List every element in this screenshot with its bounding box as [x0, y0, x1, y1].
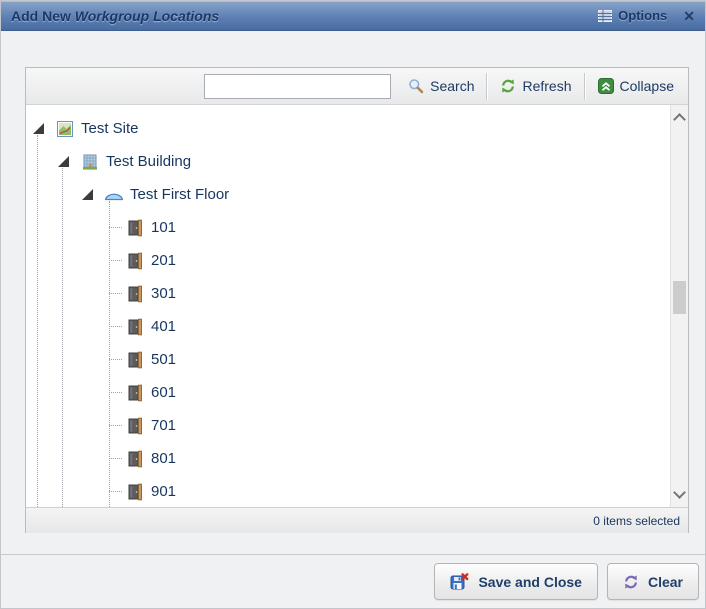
save-icon: [450, 573, 469, 591]
tree-node-201[interactable]: 201: [26, 244, 671, 277]
tree-node-301[interactable]: 301: [26, 277, 671, 310]
search-button[interactable]: Search: [400, 74, 482, 98]
footer: Save and Close Clear: [1, 555, 705, 608]
door-icon: [125, 417, 145, 435]
refresh-button-label: Refresh: [522, 78, 571, 94]
door-icon: [125, 219, 145, 237]
door-icon: [125, 450, 145, 468]
door-icon: [125, 318, 145, 336]
tree-node-901[interactable]: 901: [26, 475, 671, 507]
tree-elbow: [109, 491, 122, 492]
tree-node-test-site[interactable]: Test Site: [26, 112, 671, 145]
tree-node-label: 901: [151, 483, 176, 500]
tree-node-label: 801: [151, 450, 176, 467]
tree-node-701[interactable]: 701: [26, 409, 671, 442]
floor-icon: [104, 186, 124, 204]
locations-panel: Search Refresh: [25, 67, 689, 533]
dialog-title-emphasis: Workgroup Locations: [75, 8, 219, 24]
close-button[interactable]: ✕: [683, 9, 695, 23]
clear-button-label: Clear: [648, 574, 683, 590]
table-icon: [598, 10, 612, 22]
tree-elbow: [109, 458, 122, 459]
clear-button[interactable]: Clear: [607, 563, 699, 600]
titlebar: Add New Workgroup Locations Options: [1, 1, 705, 31]
expander-icon[interactable]: [33, 123, 44, 134]
collapse-button[interactable]: Collapse: [590, 74, 682, 98]
tree-node-101[interactable]: 101: [26, 211, 671, 244]
tree-node-label: 701: [151, 417, 176, 434]
tree-node-test-building[interactable]: Test Building: [26, 145, 671, 178]
options-button[interactable]: Options: [598, 8, 667, 23]
scrollbar-thumb[interactable]: [673, 281, 686, 314]
tree-node-501[interactable]: 501: [26, 343, 671, 376]
selection-count-label: 0 items selected: [593, 514, 680, 528]
collapse-button-label: Collapse: [620, 78, 674, 94]
tree-node-601[interactable]: 601: [26, 376, 671, 409]
collapse-icon: [598, 78, 614, 94]
tree-node-801[interactable]: 801: [26, 442, 671, 475]
location-tree: Test Site Test Building Test First Floor 10…: [26, 105, 688, 507]
refresh-button[interactable]: Refresh: [492, 74, 579, 98]
tree-node-label: 301: [151, 285, 176, 302]
titlebar-actions: Options ✕: [598, 8, 695, 23]
door-icon: [125, 285, 145, 303]
search-input[interactable]: [204, 74, 391, 99]
door-icon: [125, 384, 145, 402]
add-workgroup-locations-dialog: Add New Workgroup Locations Options: [0, 0, 706, 609]
tree-node-label: 501: [151, 351, 176, 368]
tree-node-401[interactable]: 401: [26, 310, 671, 343]
tree-node-label: 401: [151, 318, 176, 335]
tree-node-label: 601: [151, 384, 176, 401]
vertical-scrollbar[interactable]: [670, 105, 688, 507]
tree-node-label: 201: [151, 252, 176, 269]
options-button-label: Options: [618, 8, 667, 23]
tree-elbow: [109, 260, 122, 261]
tree-elbow: [109, 227, 122, 228]
save-and-close-button[interactable]: Save and Close: [434, 563, 598, 600]
toolbar-separator: [486, 73, 488, 100]
scroll-down-icon[interactable]: [673, 486, 686, 499]
tree-elbow: [109, 293, 122, 294]
site-icon: [55, 120, 75, 138]
statusbar: 0 items selected: [26, 507, 688, 533]
save-and-close-label: Save and Close: [478, 574, 582, 590]
tree-rows: Test Site Test Building Test First Floor 10…: [26, 112, 671, 507]
search-icon: [408, 78, 424, 94]
tree-elbow: [109, 359, 122, 360]
tree-node-test-first-floor[interactable]: Test First Floor: [26, 178, 671, 211]
expander-icon[interactable]: [58, 156, 69, 167]
toolbar: Search Refresh: [26, 68, 688, 105]
refresh-icon: [500, 78, 516, 94]
tree-elbow: [109, 425, 122, 426]
dialog-title: Add New Workgroup Locations: [11, 8, 219, 24]
door-icon: [125, 252, 145, 270]
door-icon: [125, 483, 145, 501]
building-icon: [80, 153, 100, 171]
tree-elbow: [109, 392, 122, 393]
tree-node-label: Test Site: [81, 120, 139, 137]
tree-node-label: 101: [151, 219, 176, 236]
search-button-label: Search: [430, 78, 474, 94]
dialog-title-prefix: Add New: [11, 8, 75, 24]
door-icon: [125, 351, 145, 369]
expander-icon[interactable]: [82, 189, 93, 200]
tree-node-label: Test Building: [106, 153, 191, 170]
tree-elbow: [109, 326, 122, 327]
tree-node-label: Test First Floor: [130, 186, 229, 203]
clear-icon: [623, 574, 639, 590]
scroll-up-icon[interactable]: [673, 113, 686, 126]
toolbar-separator: [584, 73, 586, 100]
